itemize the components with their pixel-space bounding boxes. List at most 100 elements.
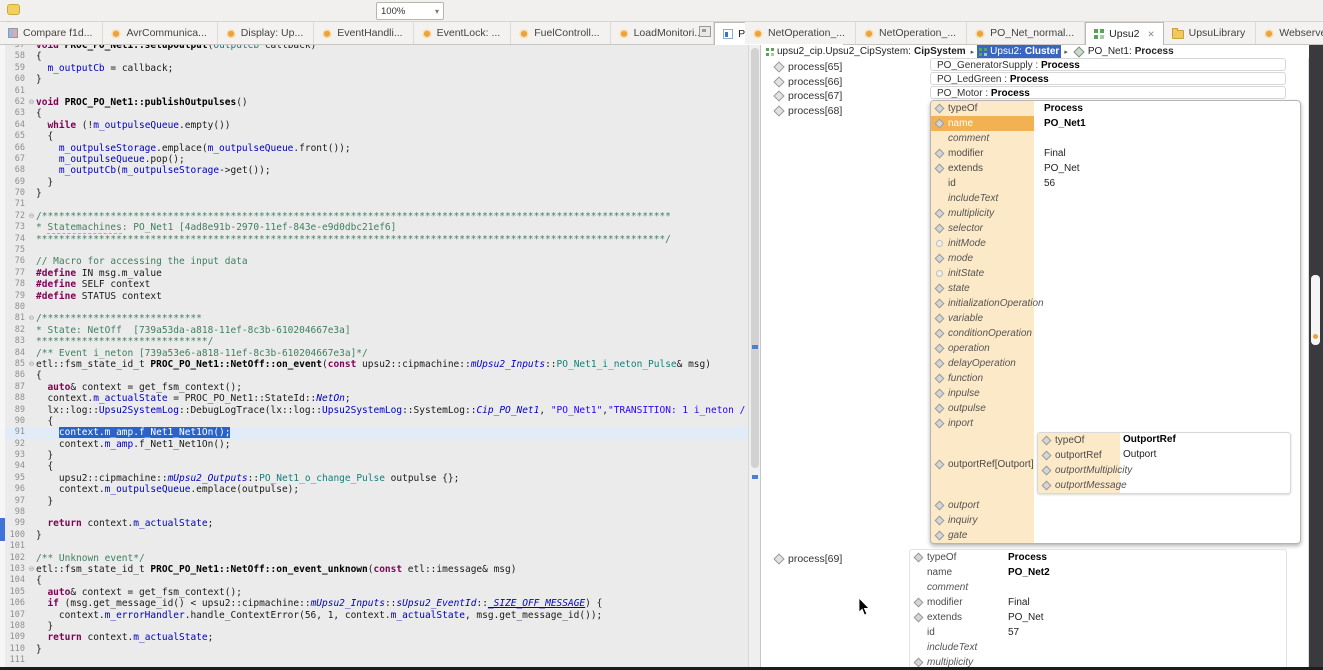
code-line[interactable]: 108 } (0, 621, 748, 632)
code-line[interactable]: 97 } (0, 496, 748, 507)
code-line[interactable]: 89 lx::log::Upsu2SystemLog::DebugLogTrac… (0, 405, 748, 416)
code-line[interactable]: 99 return context.m_actualState; (0, 518, 748, 529)
tree-item[interactable]: process[69] (775, 552, 842, 566)
property-row[interactable]: id56 (931, 176, 1300, 191)
code-line[interactable]: 104{ (0, 575, 748, 586)
code-line[interactable]: 62⊖void PROC_PO_Net1::publishOutpulses() (0, 97, 748, 108)
editor-tab-avrcommunica[interactable]: AvrCommunica... (103, 22, 217, 44)
zoom-level-select[interactable]: 100% ▾ (376, 2, 444, 20)
property-row[interactable]: typeOfOutportRef (1038, 433, 1290, 448)
tree-item[interactable]: process[65] (775, 60, 842, 74)
property-row[interactable]: namePO_Net2 (910, 565, 1286, 580)
property-row[interactable]: selector (931, 221, 1300, 236)
comment-bubble-icon[interactable] (7, 4, 20, 15)
fold-collapse-icon[interactable]: ⊖ (27, 313, 36, 324)
code-line[interactable]: 60} (0, 74, 748, 85)
editor-tab-fuelcontroll[interactable]: FuelControll... (511, 22, 610, 44)
code-line[interactable]: 85⊖etl::fsm_state_id_t PROC_PO_Net1::Net… (0, 359, 748, 370)
editor-tab-eventhandli[interactable]: EventHandli... (314, 22, 413, 44)
fold-collapse-icon[interactable]: ⊖ (27, 359, 36, 370)
code-line[interactable]: 82* State: NetOff [739a53da-a818-11ef-8c… (0, 325, 748, 336)
code-line[interactable]: 59 m_outputCb = callback; (0, 63, 748, 74)
tree-item[interactable]: process[66] (775, 75, 842, 89)
code-line[interactable]: 98 (0, 507, 748, 518)
code-line[interactable]: 61 (0, 86, 748, 97)
model-tab-upsu2[interactable]: Upsu2✕ (1085, 22, 1163, 46)
property-row[interactable]: includeText (931, 191, 1300, 206)
dropdown-icon[interactable]: ▾ (7, 0, 43, 4)
annotation-mark[interactable] (752, 345, 758, 349)
code-line[interactable]: 75 (0, 245, 748, 256)
code-line[interactable]: 94 { (0, 461, 748, 472)
property-row[interactable]: inport (931, 416, 1300, 431)
code-line[interactable]: 106 if (msg.get_message_id() < upsu2::ci… (0, 598, 748, 609)
property-row[interactable]: variable (931, 311, 1300, 326)
code-line[interactable]: 90 { (0, 416, 748, 427)
code-line[interactable]: 84/** Event i_neton [739a53e6-a818-11ef-… (0, 348, 748, 359)
code-line[interactable]: 81⊖/**************************** (0, 313, 748, 324)
code-line[interactable]: 83******************************/ (0, 336, 748, 347)
property-row[interactable]: comment (910, 580, 1286, 595)
code-line[interactable]: 92 context.m_amp.f_Net1_Net1On(); (0, 439, 748, 450)
process-summary-box[interactable]: PO_Motor : Process (930, 86, 1286, 99)
property-row[interactable]: initState (931, 266, 1300, 281)
code-line[interactable]: 103⊖etl::fsm_state_id_t PROC_PO_Net1::Ne… (0, 564, 748, 575)
property-row[interactable]: outport (931, 498, 1300, 513)
breadcrumb-item[interactable]: Upsu2:Cluster (977, 45, 1061, 58)
editor-tab-eventlock[interactable]: EventLock: ... (414, 22, 512, 44)
code-line[interactable]: 58{ (0, 51, 748, 62)
property-row[interactable]: multiplicity (931, 206, 1300, 221)
editor-tab-compare-f1d[interactable]: Compare f1d... (0, 22, 103, 44)
editor-scrollbar-thumb[interactable] (751, 48, 759, 468)
property-row[interactable]: inquiry (931, 513, 1300, 528)
code-line[interactable]: 101 (0, 541, 748, 552)
code-line[interactable]: 96 context.m_outpulseQueue.emplace(outpu… (0, 484, 748, 495)
code-line[interactable]: 93 } (0, 450, 748, 461)
breadcrumb-item[interactable]: PO_Net1:Process (1071, 45, 1176, 58)
property-row[interactable]: operation (931, 341, 1300, 356)
property-row[interactable]: function (931, 371, 1300, 386)
property-row[interactable]: mode (931, 251, 1300, 266)
property-row[interactable]: comment (931, 131, 1300, 146)
code-line[interactable]: 76// Macro for accessing the input data (0, 256, 748, 267)
model-tab-upsulibrary[interactable]: UpsuLibrary (1164, 22, 1257, 44)
code-line[interactable]: 111 (0, 655, 748, 666)
editor-scrollbar[interactable] (748, 45, 760, 667)
code-line[interactable]: 74**************************************… (0, 234, 748, 245)
code-line[interactable]: 78#define SELF context (0, 279, 748, 290)
model-tab-webservercont[interactable]: WebserverCont... (1256, 22, 1323, 44)
property-row[interactable]: inpulse (931, 386, 1300, 401)
property-row[interactable]: modifierFinal (931, 146, 1300, 161)
property-row[interactable]: typeOfProcess (931, 101, 1300, 116)
property-row[interactable]: outportMultiplicity (1038, 463, 1290, 478)
code-line[interactable]: 64 while (!m_outpulseQueue.empty()) (0, 120, 748, 131)
code-line[interactable]: 65 { (0, 131, 748, 142)
property-row[interactable]: delayOperation (931, 356, 1300, 371)
editor-list-icon[interactable] (699, 26, 711, 37)
tree-item[interactable]: process[67] (775, 89, 842, 103)
code-line[interactable]: 69 } (0, 177, 748, 188)
minimized-dock-bar[interactable] (1309, 45, 1323, 670)
code-line[interactable]: 73* Statemachines: PO_Net1 [4ad8e91b-297… (0, 222, 748, 233)
model-tab-netoperation[interactable]: NetOperation_... (745, 22, 856, 44)
property-row[interactable]: id57 (910, 625, 1286, 640)
property-row[interactable]: outportRef[Outport]typeOfOutportRefoutpo… (931, 431, 1300, 498)
code-line[interactable]: 110} (0, 644, 748, 655)
code-line[interactable]: 70} (0, 188, 748, 199)
process-summary-box[interactable]: PO_GeneratorSupply : Process (930, 58, 1286, 71)
code-line[interactable]: 86{ (0, 370, 748, 381)
property-row[interactable]: typeOfProcess (910, 550, 1286, 565)
code-line[interactable]: 77#define IN msg.m_value (0, 268, 748, 279)
property-row[interactable]: outportRefOutport (1038, 448, 1290, 463)
annotation-mark[interactable] (752, 475, 758, 479)
breadcrumb-item[interactable]: upsu2_cip.Upsu2_CipSystem:CipSystem (764, 45, 968, 58)
code-line[interactable]: 63{ (0, 108, 748, 119)
code-line[interactable]: 102/** Unknown event*/ (0, 553, 748, 564)
close-tab-icon[interactable]: ✕ (1148, 29, 1155, 40)
process-summary-box[interactable]: PO_LedGreen : Process (930, 72, 1286, 85)
property-row[interactable]: multiplicity (910, 655, 1286, 667)
code-line[interactable]: 68 m_outputCb(m_outpulseStorage->get()); (0, 165, 748, 176)
code-line[interactable]: 87 auto& context = get_fsm_context(); (0, 382, 748, 393)
editor-tab-display-up[interactable]: Display: Up... (218, 22, 314, 44)
property-row[interactable]: initMode (931, 236, 1300, 251)
